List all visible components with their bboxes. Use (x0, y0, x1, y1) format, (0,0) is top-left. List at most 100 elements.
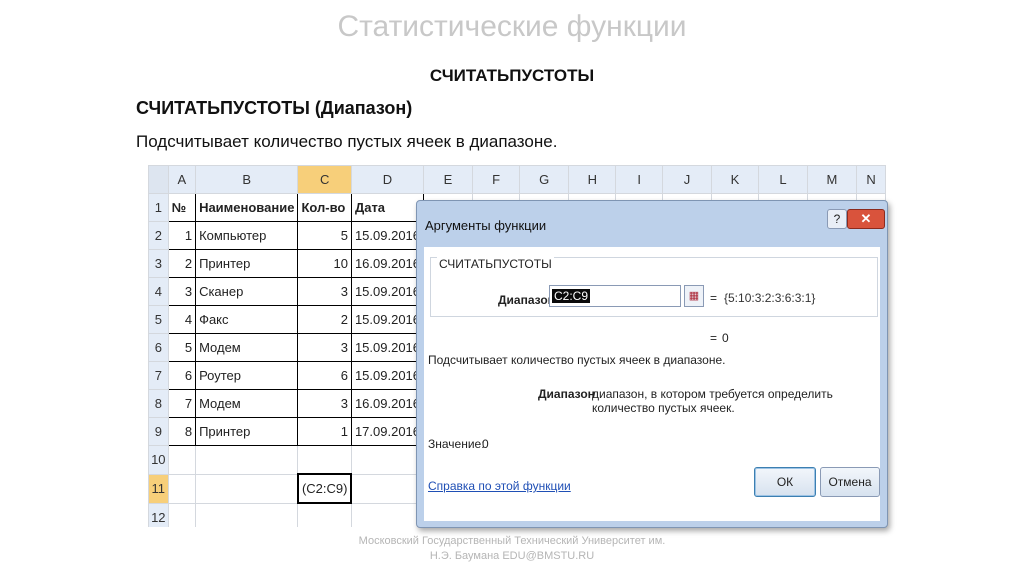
range-equals: = (710, 291, 718, 305)
cell[interactable]: Роутер (195, 361, 299, 390)
argument-help-name: Диапазон (538, 387, 595, 401)
column-header-row: A B C D E F G H I J K L M N (148, 165, 886, 194)
row-header[interactable]: 3 (148, 249, 169, 278)
cell[interactable]: 5 (297, 221, 352, 250)
cell[interactable] (167, 502, 197, 527)
cell[interactable]: Принтер (195, 249, 299, 278)
active-cell[interactable]: (C2:C9) (296, 473, 353, 504)
cell[interactable]: Дата (350, 193, 425, 222)
cell[interactable]: 15.09.2016 (350, 277, 425, 306)
row-header[interactable]: 7 (148, 361, 169, 390)
row-header[interactable]: 2 (148, 221, 169, 250)
cell[interactable]: 8 (167, 417, 197, 446)
row-header[interactable]: 1 (148, 193, 169, 222)
cell[interactable] (167, 445, 197, 475)
function-heading: СЧИТАТЬПУСТОТЫ (429, 66, 595, 85)
row-header[interactable]: 10 (148, 445, 169, 475)
column-header[interactable]: K (710, 165, 760, 194)
range-evaluated: {5:10:3:2:3:6:3:1} (724, 291, 816, 305)
column-header[interactable]: I (615, 165, 664, 194)
ok-button[interactable]: ОК (754, 467, 816, 497)
row-header[interactable]: 5 (148, 305, 169, 334)
cell[interactable]: 15.09.2016 (350, 221, 425, 250)
cell[interactable] (297, 445, 352, 475)
cell[interactable]: 2 (167, 249, 197, 278)
column-header[interactable]: F (471, 165, 521, 194)
cell[interactable]: Наименование (195, 193, 299, 222)
result-equals: = (710, 331, 718, 345)
value-label: Значение: (428, 437, 485, 451)
column-header[interactable]: G (519, 165, 570, 194)
cancel-button[interactable]: Отмена (820, 467, 880, 497)
cell[interactable]: 3 (167, 277, 197, 306)
footer-line-2: Н.Э. Баумана EDU@BMSTU.RU (429, 550, 595, 562)
cell[interactable]: 15.09.2016 (350, 305, 425, 334)
range-input[interactable]: C2:C9 (549, 285, 681, 307)
cell[interactable] (297, 502, 352, 527)
cell[interactable]: 3 (297, 389, 352, 418)
column-header[interactable]: B (195, 165, 299, 194)
help-icon[interactable]: ? (827, 209, 847, 229)
collapse-dialog-icon[interactable]: ▦ (684, 285, 704, 307)
select-all-corner[interactable] (148, 165, 169, 194)
column-header[interactable]: E (423, 165, 473, 194)
cell[interactable] (195, 473, 299, 504)
cell[interactable] (350, 473, 425, 504)
cell[interactable]: 3 (297, 333, 352, 362)
dialog-body: СЧИТАТЬПУСТОТЫ Диапазон C2:C9 ▦ = {5:10:… (424, 247, 880, 521)
function-help-text: Подсчитывает количество пустых ячеек в д… (428, 353, 726, 367)
argument-help-text: диапазон, в котором требуется определить… (592, 387, 833, 415)
column-header-selected[interactable]: C (297, 165, 352, 194)
cell[interactable]: 7 (167, 389, 197, 418)
cell[interactable] (167, 473, 197, 504)
cell[interactable]: 10 (297, 249, 352, 278)
cell[interactable]: Модем (195, 389, 299, 418)
row-header[interactable]: 12 (148, 502, 169, 527)
cell[interactable] (195, 502, 299, 527)
row-header[interactable]: 8 (148, 389, 169, 418)
cell[interactable]: 6 (167, 361, 197, 390)
cell[interactable]: 15.09.2016 (350, 333, 425, 362)
cell[interactable]: Компьютер (195, 221, 299, 250)
row-header[interactable]: 4 (148, 277, 169, 306)
footer: Московский Государственный Технический У… (0, 534, 1024, 564)
cell[interactable]: № (167, 193, 197, 222)
function-description: Подсчитывает количество пустых ячеек в д… (136, 132, 558, 151)
column-header[interactable]: L (758, 165, 808, 194)
cell[interactable]: Кол-во (297, 193, 352, 222)
cell[interactable]: 5 (167, 333, 197, 362)
cell[interactable]: 3 (297, 277, 352, 306)
cell[interactable]: 16.09.2016 (350, 249, 425, 278)
cell[interactable]: 17.09.2016 (350, 417, 425, 446)
cell[interactable]: 6 (297, 361, 352, 390)
value-result: 0 (482, 437, 489, 451)
close-icon[interactable]: ✕ (847, 209, 885, 229)
column-header[interactable]: N (856, 165, 886, 194)
cell[interactable] (350, 445, 425, 475)
range-input-value: C2:C9 (552, 289, 591, 303)
function-help-link[interactable]: Справка по этой функции (428, 479, 571, 493)
cell[interactable]: Факс (195, 305, 299, 334)
cell[interactable]: Принтер (195, 417, 299, 446)
cell[interactable]: 1 (167, 221, 197, 250)
cell[interactable]: 15.09.2016 (350, 361, 425, 390)
row-header[interactable]: 9 (148, 417, 169, 446)
row-header-selected[interactable]: 11 (148, 473, 169, 504)
cell[interactable] (195, 445, 299, 475)
cell[interactable]: 1 (297, 417, 352, 446)
row-header[interactable]: 6 (148, 333, 169, 362)
column-header[interactable]: A (167, 165, 197, 194)
column-header[interactable]: D (350, 165, 425, 194)
cell[interactable] (350, 502, 425, 527)
cell[interactable]: 4 (167, 305, 197, 334)
result-value: 0 (722, 331, 729, 345)
cell[interactable]: 2 (297, 305, 352, 334)
range-label: Диапазон (498, 293, 555, 307)
cell[interactable]: Сканер (195, 277, 299, 306)
dialog-title: Аргументы функции (425, 218, 547, 233)
cell[interactable]: 16.09.2016 (350, 389, 425, 418)
column-header[interactable]: J (662, 165, 712, 194)
column-header[interactable]: M (806, 165, 858, 194)
cell[interactable]: Модем (195, 333, 299, 362)
column-header[interactable]: H (568, 165, 617, 194)
